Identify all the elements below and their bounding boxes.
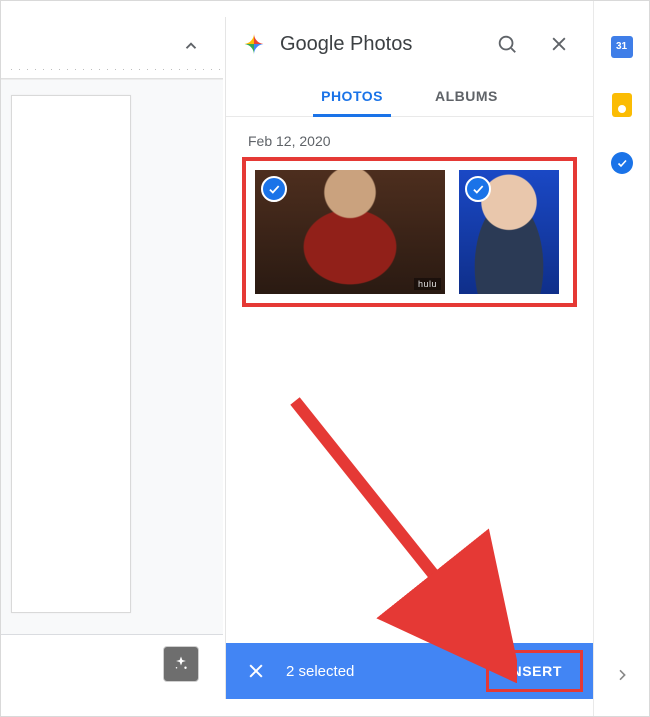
panel-title: Google Photos	[280, 33, 475, 56]
side-rail: 31	[593, 1, 649, 716]
search-icon	[496, 33, 518, 55]
search-button[interactable]	[487, 24, 527, 64]
sparkle-icon	[172, 655, 190, 673]
clear-selection-button[interactable]	[240, 655, 272, 687]
selected-check-badge[interactable]	[261, 176, 287, 202]
panel-tabs: PHOTOS ALBUMS	[226, 71, 593, 117]
tab-photos[interactable]: PHOTOS	[315, 88, 389, 116]
calendar-day-number: 31	[616, 36, 627, 58]
google-photos-logo-icon	[240, 30, 268, 58]
panel-header: Google Photos	[226, 17, 593, 71]
date-group-label: Feb 12, 2020	[248, 133, 577, 149]
close-panel-button[interactable]	[539, 24, 579, 64]
explore-button[interactable]	[163, 646, 199, 682]
collapse-chevron-icon[interactable]	[171, 31, 211, 61]
selection-footer: 2 selected INSERT	[226, 643, 593, 699]
tasks-addon-button[interactable]	[610, 151, 634, 175]
chevron-right-icon	[614, 667, 630, 683]
photo-thumbnail[interactable]: hulu	[252, 167, 448, 297]
tab-albums[interactable]: ALBUMS	[429, 88, 504, 116]
document-page	[11, 95, 131, 613]
tasks-icon	[611, 152, 633, 174]
panel-body: Feb 12, 2020 hulu	[226, 117, 593, 643]
check-icon	[471, 182, 485, 196]
check-icon	[267, 182, 281, 196]
selection-count-text: 2 selected	[286, 663, 472, 680]
rail-expand-button[interactable]	[607, 660, 637, 690]
google-photos-panel: Google Photos PHOTOS ALBUMS Feb 12, 2020…	[225, 17, 593, 699]
document-ruler	[1, 61, 223, 79]
photo-source-tag: hulu	[414, 278, 441, 290]
insert-button[interactable]: INSERT	[486, 650, 583, 692]
photo-thumbnail[interactable]	[456, 167, 562, 297]
selected-check-badge[interactable]	[465, 176, 491, 202]
keep-addon-button[interactable]	[610, 93, 634, 117]
keep-icon	[612, 93, 632, 117]
close-icon	[549, 34, 569, 54]
calendar-addon-button[interactable]: 31	[610, 35, 634, 59]
close-icon	[246, 661, 266, 681]
calendar-icon: 31	[611, 36, 633, 58]
annotation-highlight-box: hulu	[242, 157, 577, 307]
